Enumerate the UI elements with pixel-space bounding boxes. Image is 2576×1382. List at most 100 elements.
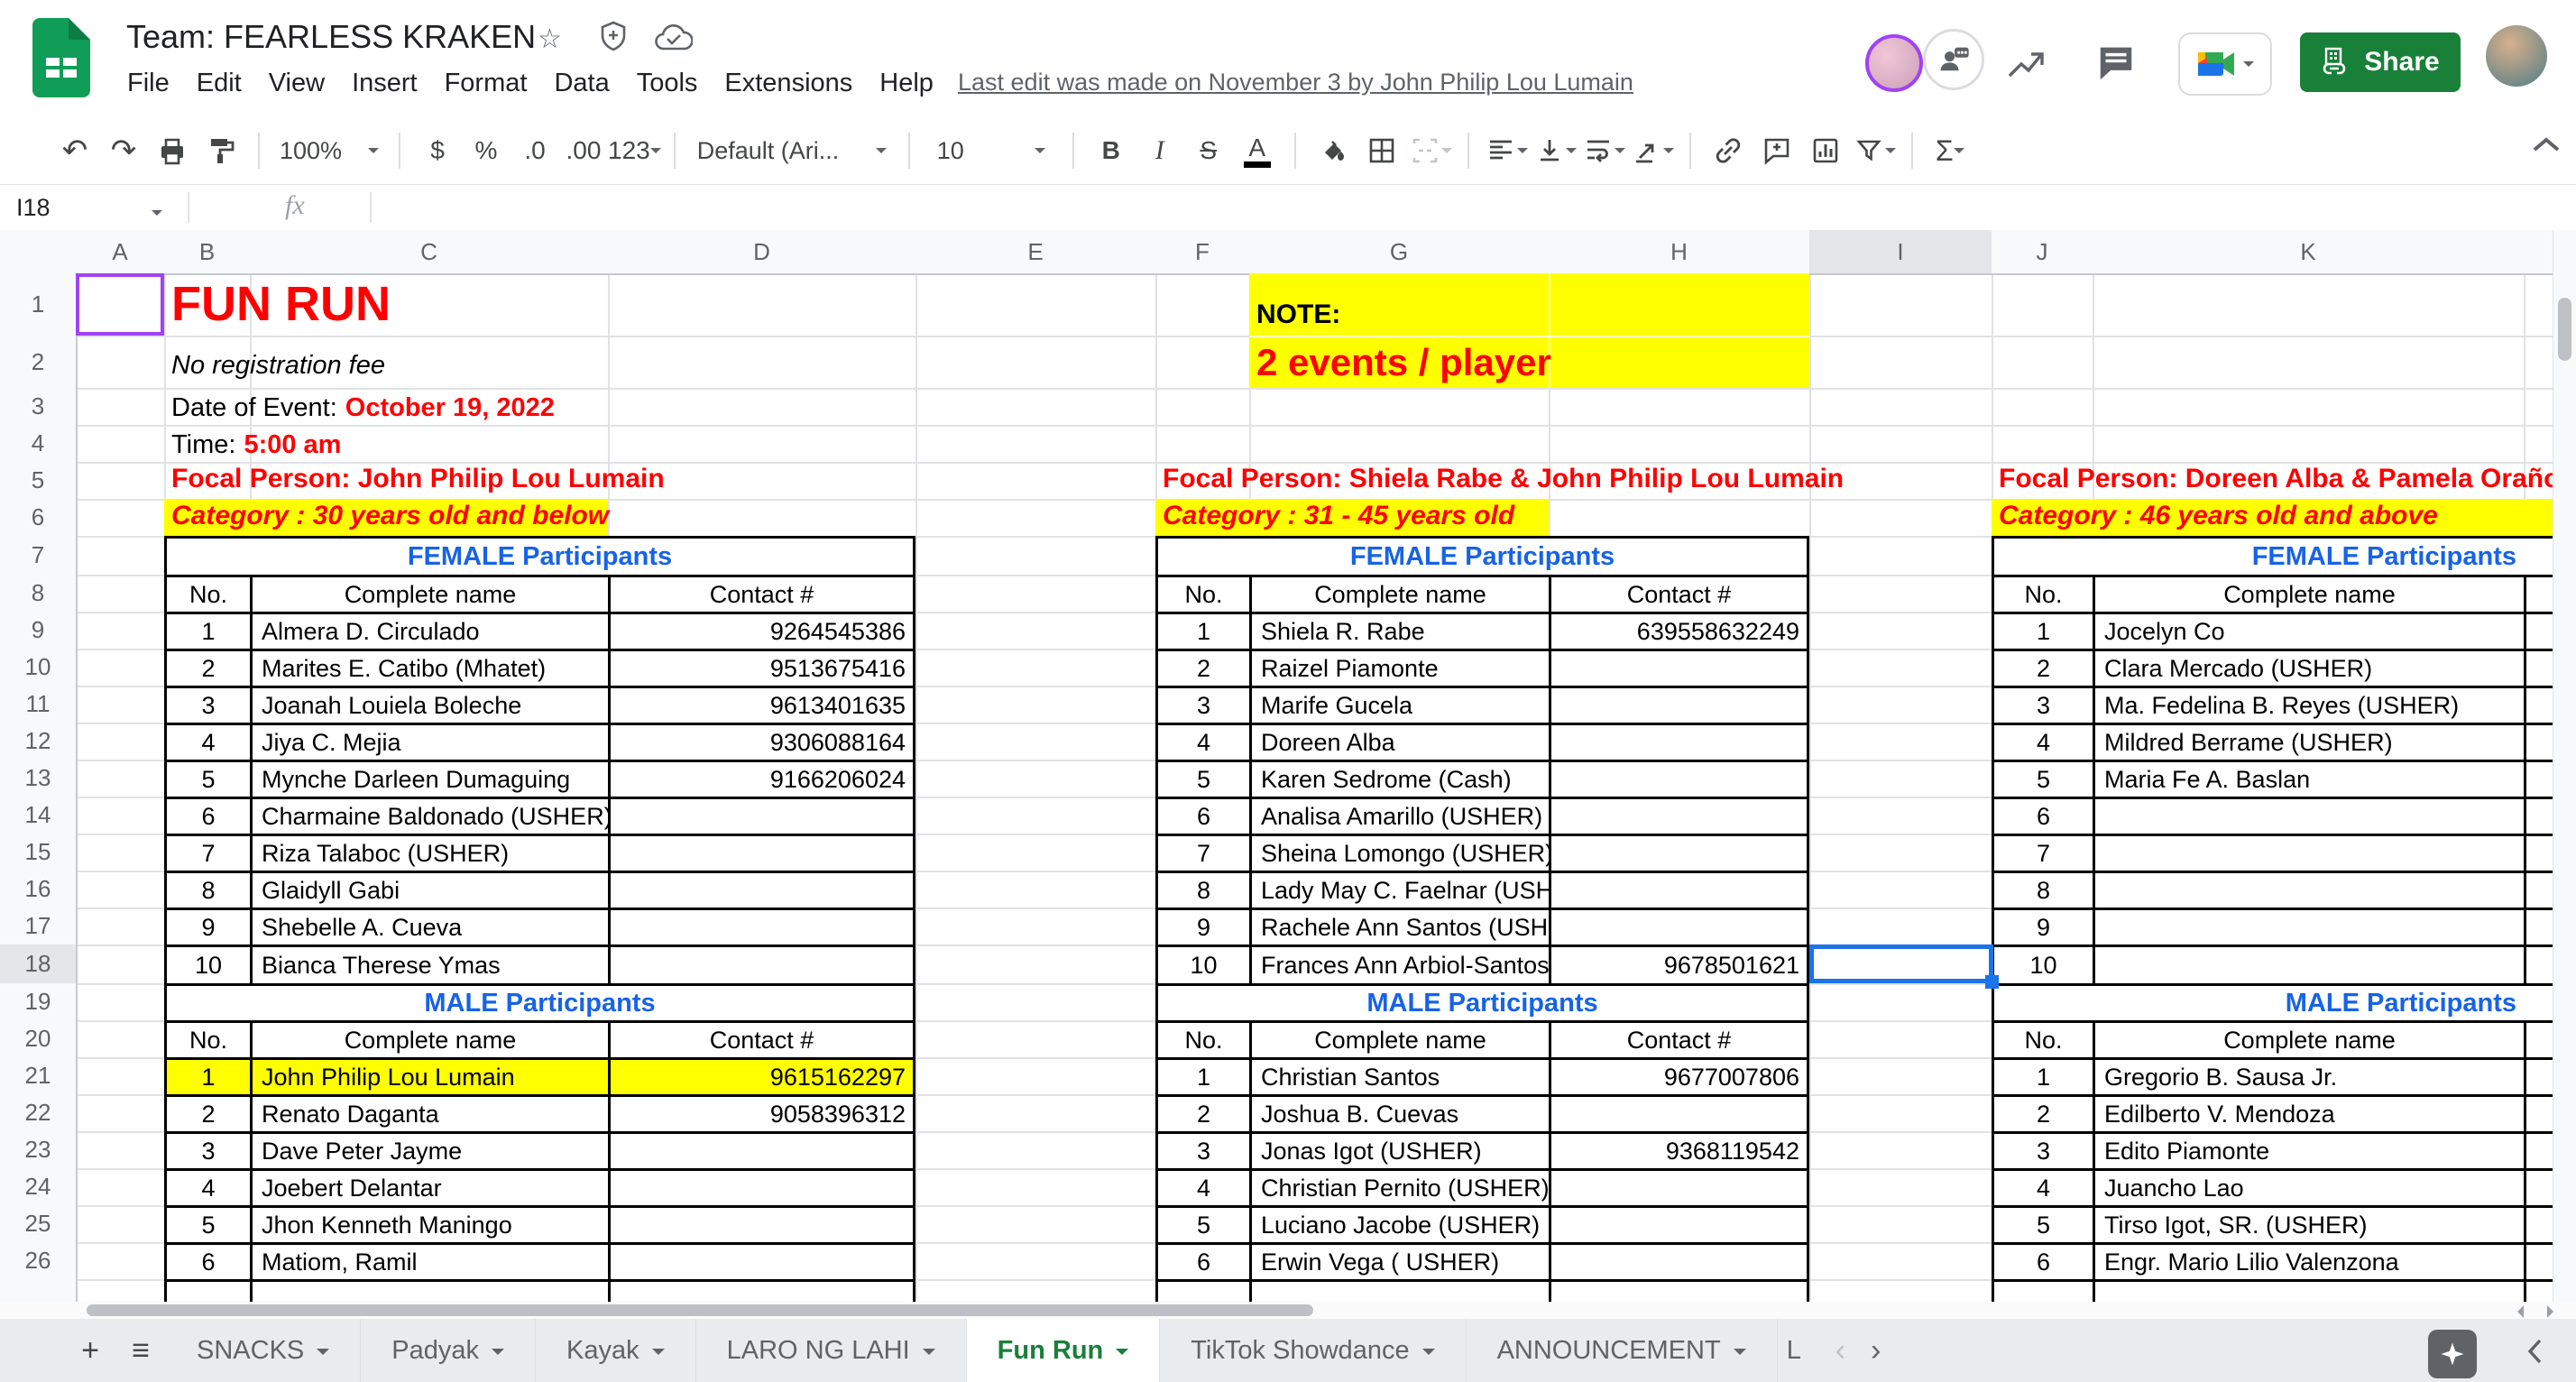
participant-contact-cell[interactable]: 9613401635 [608, 686, 915, 723]
sheets-logo-icon[interactable] [32, 18, 90, 97]
participant-name-cell[interactable]: Charmaine Baldonado (USHER) [250, 797, 608, 834]
participant-no-cell[interactable]: 6 [1992, 797, 2093, 834]
participant-name-cell[interactable]: Erwin Vega ( USHER) [1249, 1242, 1549, 1279]
participant-contact-cell[interactable] [608, 871, 915, 908]
participant-contact-cell[interactable] [2524, 686, 2553, 723]
row-header-19[interactable]: 19 [0, 983, 78, 1022]
participant-no-cell[interactable]: 1 [1992, 1057, 2093, 1094]
participant-no-cell[interactable]: 2 [1155, 1094, 1249, 1131]
menu-format[interactable]: Format [431, 61, 541, 106]
participant-contact-cell[interactable] [2524, 797, 2553, 834]
create-filter-button[interactable] [1850, 124, 1899, 178]
participant-name-cell[interactable]: Dave Peter Jayme [250, 1131, 608, 1168]
participant-name-cell[interactable] [2093, 797, 2524, 834]
insert-comment-button[interactable] [1753, 124, 1801, 178]
participant-no-cell[interactable]: 2 [1992, 1094, 2093, 1131]
participant-contact-cell[interactable] [608, 834, 915, 871]
participant-contact-cell[interactable] [2524, 1205, 2553, 1242]
tab-menu-caret[interactable] [1116, 1349, 1128, 1361]
table-header-cell[interactable]: No. [1155, 575, 1249, 612]
participant-name-cell[interactable]: Shiela R. Rabe [1249, 612, 1549, 649]
participant-name-cell[interactable]: Christian Santos [1249, 1057, 1549, 1094]
participant-contact-cell[interactable]: 9166206024 [608, 760, 915, 797]
participant-name-cell[interactable]: Joanah Louiela Boleche [250, 686, 608, 723]
row-header-2[interactable]: 2 [0, 336, 78, 390]
table-header-cell[interactable]: Complete name [250, 575, 608, 612]
participant-no-cell[interactable]: 3 [1155, 1131, 1249, 1168]
participant-contact-cell[interactable]: 9678501621 [1549, 944, 1809, 983]
star-icon[interactable]: ☆ [538, 23, 562, 55]
participant-contact-cell[interactable] [1549, 1168, 1809, 1205]
table-header-cell[interactable]: Complete name [250, 1020, 608, 1057]
insert-link-button[interactable] [1704, 124, 1753, 178]
participant-name-cell[interactable] [2093, 908, 2524, 944]
participant-contact-cell[interactable] [1549, 1242, 1809, 1279]
row-header-18[interactable]: 18 [0, 944, 78, 985]
participant-no-cell[interactable]: 10 [1155, 944, 1249, 983]
participant-name-cell[interactable]: Marife Gucela [1249, 686, 1549, 723]
participant-name-cell[interactable]: Clara Mercado (USHER) [2093, 649, 2524, 686]
font-size-select[interactable]: 10 [923, 124, 1060, 178]
participant-name-cell[interactable]: Edilberto V. Mendoza [2093, 1094, 2524, 1131]
tab-menu-caret[interactable] [1422, 1349, 1435, 1361]
table-header-cell[interactable]: Complete name [1249, 1020, 1549, 1057]
row-header-22[interactable]: 22 [0, 1094, 78, 1133]
participant-name-cell[interactable]: Joebert Delantar [250, 1168, 608, 1205]
participant-name-cell[interactable]: Lady May C. Faelnar (USHER) [1249, 871, 1549, 908]
participant-name-cell[interactable]: Raizel Piamonte [1249, 649, 1549, 686]
participant-no-cell[interactable]: 8 [1155, 871, 1249, 908]
number-format-button[interactable]: 123 [608, 124, 661, 178]
participant-name-cell[interactable]: Riza Talaboc (USHER) [250, 834, 608, 871]
participant-name-cell[interactable] [2093, 871, 2524, 908]
participant-contact-cell[interactable] [608, 1131, 915, 1168]
collapse-panel-icon[interactable] [2524, 1333, 2545, 1374]
row-header-8[interactable]: 8 [0, 575, 78, 613]
participant-name-cell[interactable]: Mildred Berrame (USHER) [2093, 723, 2524, 760]
participant-no-cell[interactable]: 5 [1155, 1205, 1249, 1242]
participant-contact-cell[interactable] [2524, 723, 2553, 760]
fill-color-button[interactable] [1309, 124, 1357, 178]
add-sheet-button[interactable]: + [65, 1319, 115, 1382]
fill-handle[interactable] [1985, 975, 1999, 989]
row-header-1[interactable]: 1 [0, 273, 78, 337]
participant-no-cell[interactable]: 3 [164, 1131, 250, 1168]
clipped-row-cell[interactable] [164, 1279, 250, 1302]
female-participants-title[interactable]: FEMALE Participants [1992, 536, 2553, 575]
clipped-row-cell[interactable] [250, 1279, 608, 1302]
participant-name-cell[interactable]: Analisa Amarillo (USHER) [1249, 797, 1549, 834]
row-header-3[interactable]: 3 [0, 388, 78, 427]
participant-no-cell[interactable]: 6 [164, 797, 250, 834]
row-header-5[interactable]: 5 [0, 462, 78, 501]
tab-menu-caret[interactable] [652, 1349, 665, 1361]
participant-no-cell[interactable]: 4 [1992, 723, 2093, 760]
participant-contact-cell[interactable] [2524, 834, 2553, 871]
collaborator-avatar[interactable] [1865, 34, 1923, 92]
table-header-cell[interactable]: No. [164, 575, 250, 612]
hide-toolbar-chevron[interactable] [2531, 135, 2562, 158]
participant-name-cell[interactable]: Luciano Jacobe (USHER) [1249, 1205, 1549, 1242]
participant-contact-cell[interactable]: 9058396312 [608, 1094, 915, 1131]
participant-contact-cell[interactable] [1549, 834, 1809, 871]
row-header-9[interactable]: 9 [0, 612, 78, 650]
participant-contact-cell[interactable]: 9615162297 [608, 1057, 915, 1094]
column-header-B[interactable]: B [164, 230, 252, 275]
horizontal-align-button[interactable] [1482, 124, 1531, 178]
table-header-cell[interactable]: No. [1992, 575, 2093, 612]
participant-no-cell[interactable]: 8 [1992, 871, 2093, 908]
participant-contact-cell[interactable] [1549, 723, 1809, 760]
row-header-21[interactable]: 21 [0, 1057, 78, 1096]
participant-no-cell[interactable]: 5 [1155, 760, 1249, 797]
participant-contact-cell[interactable] [2524, 649, 2553, 686]
participant-no-cell[interactable]: 5 [1992, 760, 2093, 797]
tab-menu-caret[interactable] [923, 1349, 935, 1361]
meet-dropdown-caret[interactable] [2243, 61, 2254, 72]
tab-menu-caret[interactable] [317, 1349, 329, 1361]
sheet-tab-kayak[interactable]: Kayak [536, 1319, 696, 1382]
bold-button[interactable]: B [1087, 124, 1136, 178]
table-header-cell[interactable]: No. [164, 1020, 250, 1057]
participant-no-cell[interactable]: 1 [1155, 1057, 1249, 1094]
participant-contact-cell[interactable] [2524, 908, 2553, 944]
functions-button[interactable]: Σ [1926, 124, 1974, 178]
participant-no-cell[interactable]: 2 [1992, 649, 2093, 686]
column-header-A[interactable]: A [76, 230, 166, 275]
